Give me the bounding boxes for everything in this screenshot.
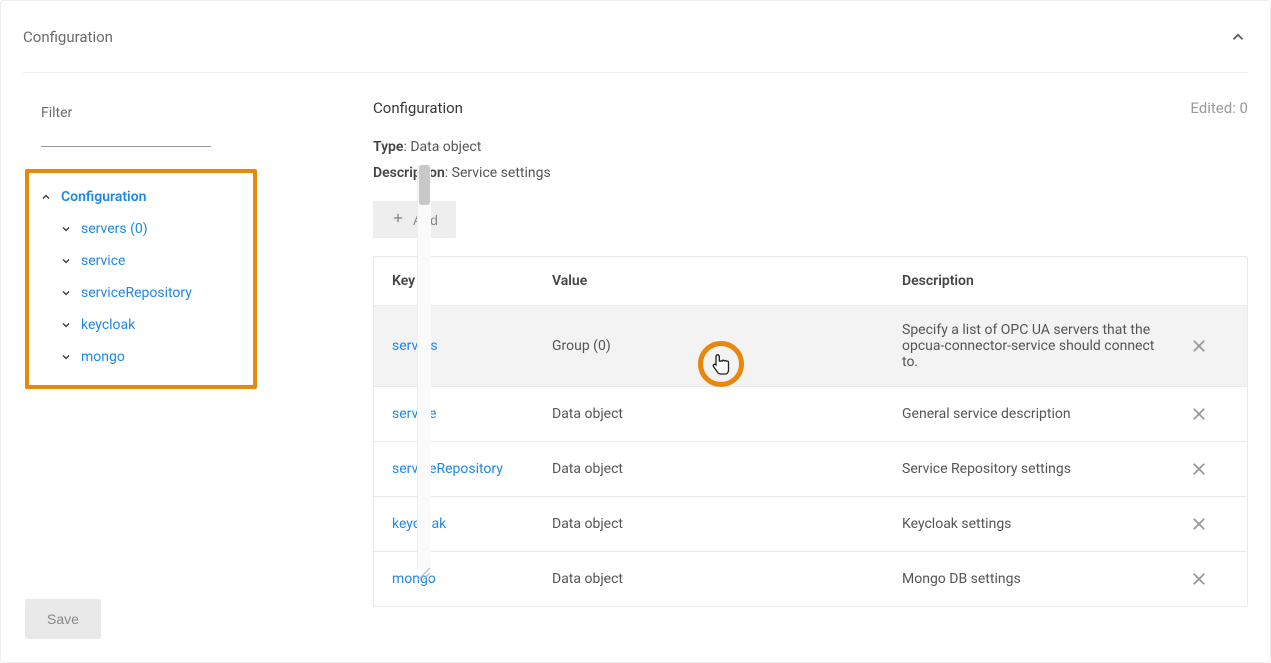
delete-row-icon[interactable] [1188,568,1210,590]
description-label: Description [373,165,445,181]
resize-grip-icon[interactable] [417,567,431,581]
row-value: Data object [552,516,902,532]
filter-label: Filter [41,105,343,121]
scrollbar-thumb[interactable] [419,165,430,205]
plus-icon [391,211,405,228]
tree-item-label: keycloak [81,317,135,333]
type-value: Data object [410,139,481,155]
delete-row-icon[interactable] [1188,458,1210,480]
tree-item[interactable]: mongo [49,341,253,373]
row-value: Data object [552,406,902,422]
table-row[interactable]: serviceData objectGeneral service descri… [374,387,1247,442]
col-value: Value [552,273,902,289]
table-row[interactable]: mongoData objectMongo DB settings [374,552,1247,606]
chevron-down-icon [59,318,73,332]
delete-row-icon[interactable] [1188,513,1210,535]
tree-item-label: serviceRepository [81,285,192,301]
save-button-label: Save [47,611,79,627]
save-button[interactable]: Save [25,599,101,639]
chevron-down-icon [59,222,73,236]
tree-item[interactable]: service [49,245,253,277]
description-line: Description: Service settings [373,165,1248,181]
panel-header: Configuration [23,1,1248,73]
type-line: Type: Data object [373,139,1248,155]
col-key: Key [392,273,552,289]
type-label: Type [373,139,403,155]
edited-counter: Edited: 0 [1190,99,1248,117]
row-description: Specify a list of OPC UA servers that th… [902,322,1169,370]
filter-input[interactable] [41,125,211,147]
tree-item[interactable]: servers (0) [49,213,253,245]
row-value: Data object [552,461,902,477]
row-description: Mongo DB settings [902,571,1169,587]
tree-item-label: servers (0) [81,221,148,237]
table-row[interactable]: keycloakData objectKeycloak settings [374,497,1247,552]
row-value: Data object [552,571,902,587]
panel-title: Configuration [23,28,113,46]
chevron-up-icon [39,190,53,204]
delete-row-icon[interactable] [1188,335,1210,357]
description-value: Service settings [452,165,551,181]
row-value: Group (0) [552,338,902,354]
add-button[interactable]: Add [373,201,456,238]
collapse-panel-icon[interactable] [1228,27,1248,47]
row-key-link[interactable]: serviceRepository [392,461,503,477]
config-table: Key Value Description serversGroup (0)Sp… [373,256,1248,607]
chevron-down-icon [59,254,73,268]
tree-item[interactable]: keycloak [49,309,253,341]
chevron-down-icon [59,286,73,300]
table-row[interactable]: serviceRepository Data objectService Repo… [374,442,1247,497]
tree-scrollbar[interactable] [417,165,431,569]
row-description: General service description [902,406,1169,422]
main-content: Configuration Edited: 0 Type: Data objec… [373,93,1248,607]
tree-root-configuration[interactable]: Configuration [29,181,253,213]
config-tree: Configuration servers (0) service serviceR… [25,169,257,389]
table-header: Key Value Description [374,257,1247,306]
tree-item-label: service [81,253,125,269]
tree-root-label: Configuration [61,189,146,205]
row-description: Service Repository settings [902,461,1169,477]
main-heading: Configuration [373,99,463,117]
tree-item[interactable]: serviceRepository [49,277,253,309]
sidebar: Filter Configuration servers (0) service s… [23,93,343,639]
delete-row-icon[interactable] [1188,403,1210,425]
row-description: Keycloak settings [902,516,1169,532]
col-description: Description [902,273,1169,289]
tree-item-label: mongo [81,349,125,365]
chevron-down-icon [59,350,73,364]
table-row[interactable]: serversGroup (0)Specify a list of OPC UA… [374,306,1247,387]
configuration-panel: Configuration Filter Configuration serve… [0,0,1271,663]
